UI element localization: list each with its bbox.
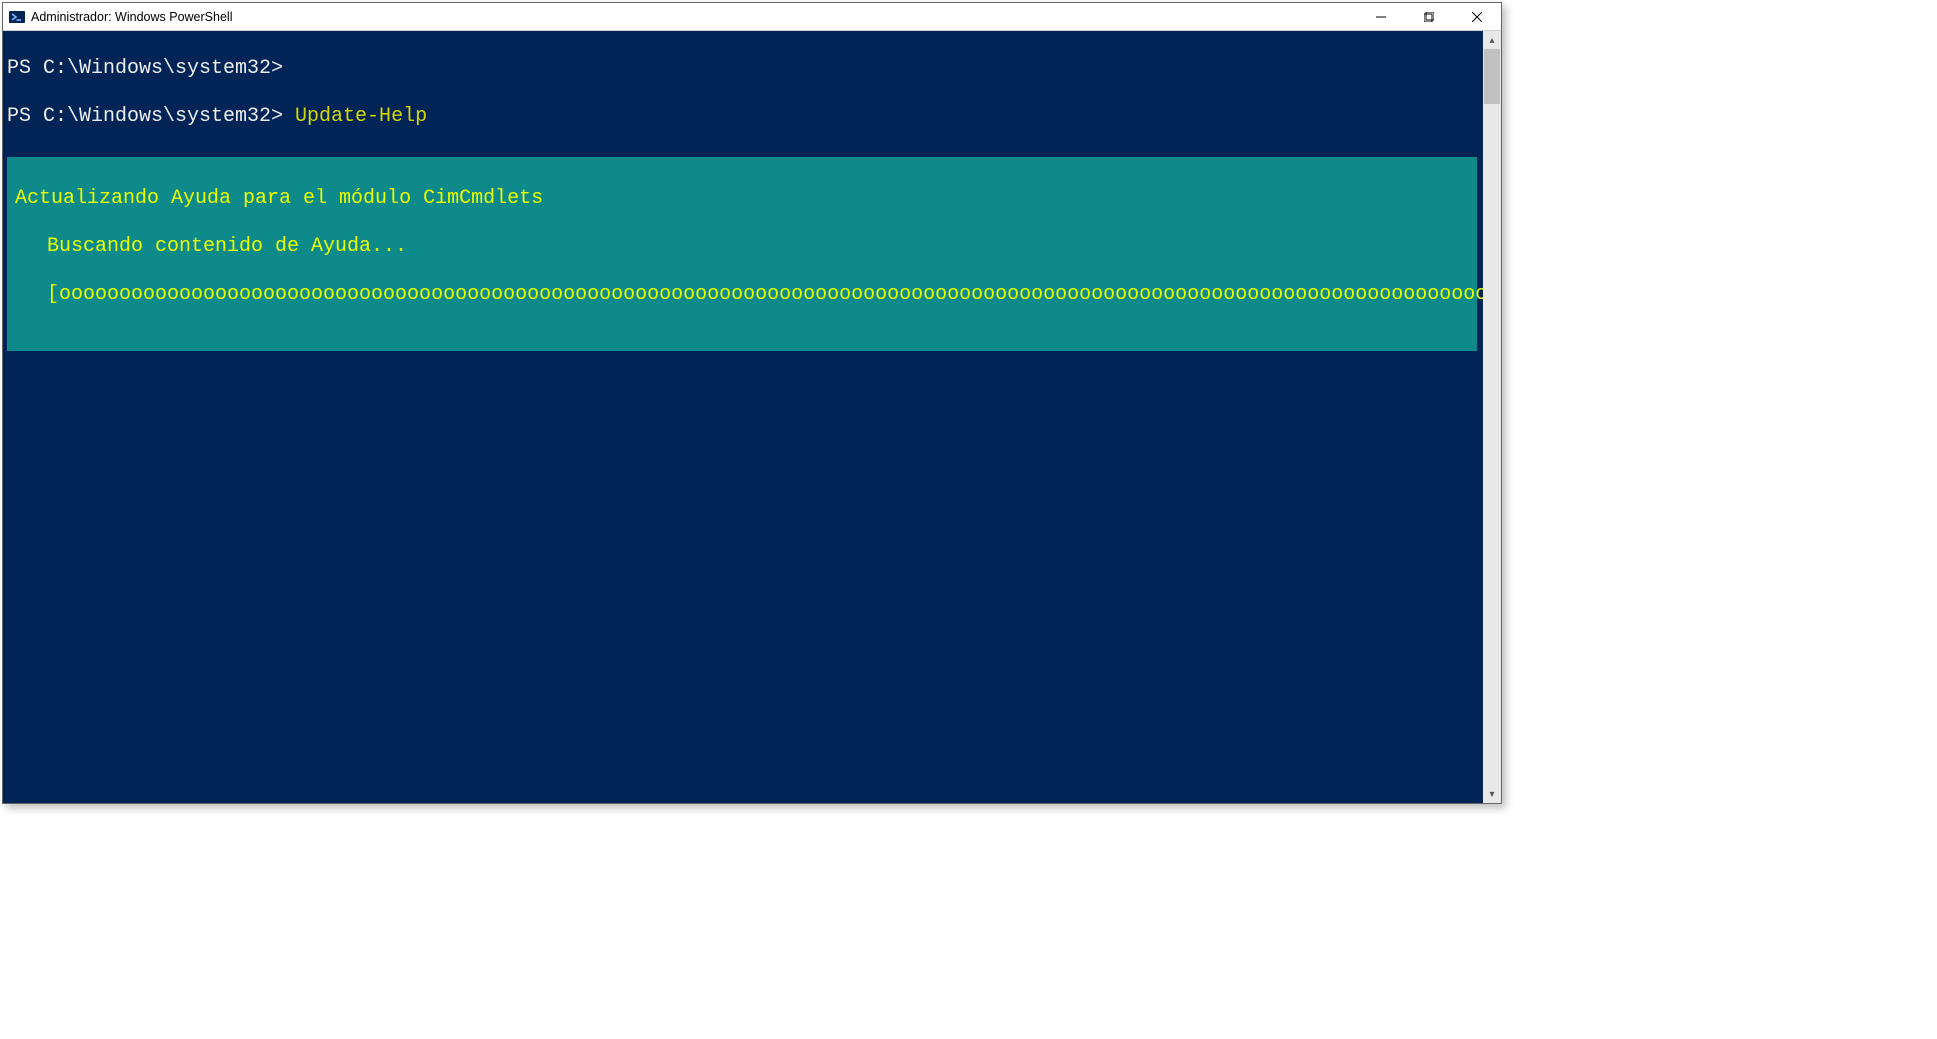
maximize-icon [1424,12,1434,22]
scrollbar-thumb[interactable] [1484,49,1500,104]
scroll-down-arrow[interactable]: ▾ [1483,785,1501,803]
minimize-button[interactable] [1357,3,1405,30]
command-text: Update-Help [295,105,427,128]
console-output[interactable]: PS C:\Windows\system32> PS C:\Windows\sy… [3,31,1483,803]
prompt-line-2: PS C:\Windows\system32> [7,105,295,128]
progress-subtitle: Buscando contenido de Ayuda... [15,235,1469,259]
console-area: PS C:\Windows\system32> PS C:\Windows\sy… [3,31,1501,803]
close-icon [1472,12,1482,22]
progress-title: Actualizando Ayuda para el módulo CimCmd… [15,187,1469,211]
progress-bar: [ooooooooooooooooooooooooooooooooooooooo… [15,283,1469,307]
prompt-line-1: PS C:\Windows\system32> [7,57,283,80]
titlebar[interactable]: Administrador: Windows PowerShell [3,3,1501,31]
maximize-button[interactable] [1405,3,1453,30]
progress-panel: Actualizando Ayuda para el módulo CimCmd… [7,157,1477,351]
window-title: Administrador: Windows PowerShell [31,10,1357,24]
close-button[interactable] [1453,3,1501,30]
window-controls [1357,3,1501,30]
powershell-window: Administrador: Windows PowerShell PS C:\… [2,2,1502,804]
powershell-icon [9,9,25,25]
minimize-icon [1376,12,1386,22]
vertical-scrollbar[interactable]: ▴ ▾ [1483,31,1501,803]
scroll-up-arrow[interactable]: ▴ [1483,31,1501,49]
